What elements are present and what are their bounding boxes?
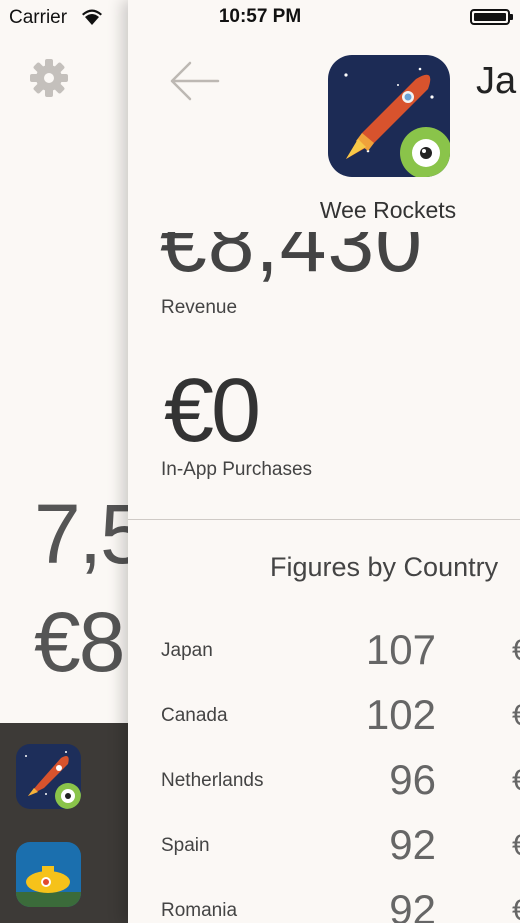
country-units: 107 — [365, 626, 436, 673]
figures-by-country-title: Figures by Country — [270, 552, 499, 582]
rocket-app-icon[interactable] — [16, 744, 81, 809]
country-name: Canada — [161, 705, 228, 726]
app-dock — [0, 723, 140, 923]
country-revenue: € — [512, 894, 520, 923]
country-row[interactable]: Netherlands 96 € — [128, 756, 520, 821]
revenue-total: €8 — [34, 595, 125, 689]
country-revenue: € — [512, 699, 520, 733]
back-arrow-icon[interactable] — [166, 58, 222, 104]
date-header: Ja — [476, 60, 517, 102]
status-time: 10:57 PM — [218, 6, 302, 27]
country-row[interactable]: Spain 92 € — [128, 821, 520, 886]
gear-icon[interactable] — [28, 57, 70, 99]
country-units: 92 — [389, 886, 436, 923]
country-name: Netherlands — [161, 770, 264, 791]
iap-value: €0 — [164, 361, 261, 461]
revenue-value: €8,430 — [160, 232, 423, 289]
app-icon — [328, 55, 450, 177]
battery-icon — [470, 9, 510, 25]
country-name: Romania — [161, 900, 238, 921]
country-units: 96 — [389, 756, 436, 803]
iap-label: In-App Purchases — [161, 459, 313, 480]
country-revenue: € — [512, 829, 520, 863]
country-row[interactable]: Canada 102 € — [128, 691, 520, 756]
country-row[interactable]: Romania 92 € — [128, 886, 520, 923]
status-bar: Carrier 10:57 PM — [0, 0, 520, 34]
battery-tip — [510, 14, 513, 20]
country-units: 102 — [365, 691, 436, 738]
revenue-value-container: €8,430 — [160, 232, 500, 292]
background-summary-panel: 7,5 €8 — [0, 0, 147, 723]
app-detail-panel: Wee Rockets Ja €8,430 Revenue €0 In-App … — [128, 0, 520, 923]
country-name: Japan — [161, 640, 213, 661]
section-divider — [128, 519, 520, 520]
submarine-app-icon[interactable] — [16, 842, 81, 907]
country-units: 92 — [389, 821, 436, 868]
country-revenue: € — [512, 634, 520, 668]
app-name: Wee Rockets — [319, 197, 457, 223]
country-name: Spain — [161, 835, 210, 856]
country-revenue: € — [512, 764, 520, 798]
country-row[interactable]: Japan 107 € — [128, 626, 520, 691]
revenue-label: Revenue — [161, 297, 238, 318]
